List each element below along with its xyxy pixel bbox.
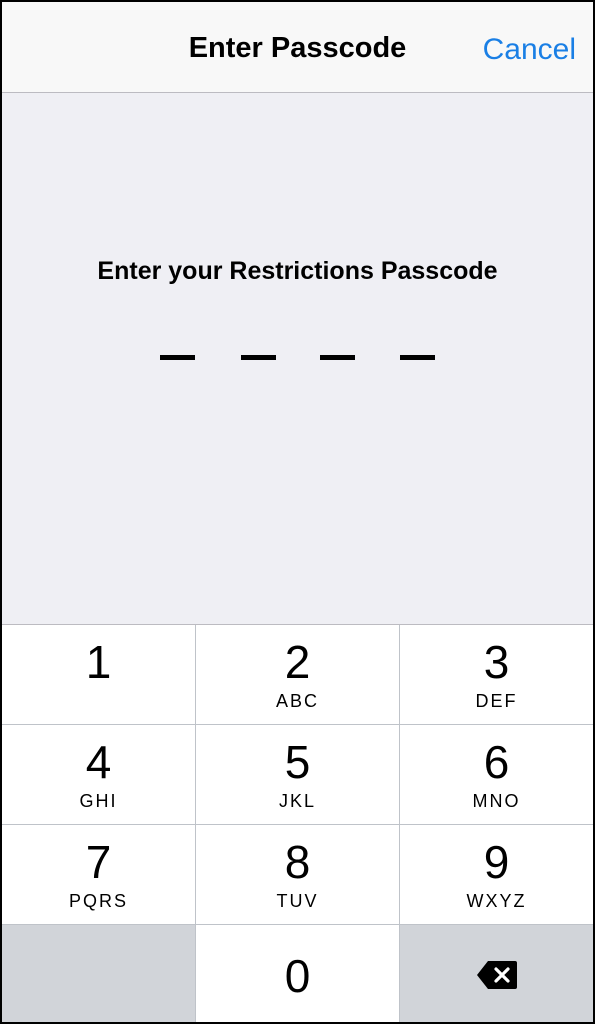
key-letters: MNO [472, 791, 521, 811]
key-8[interactable]: 8 TUV [196, 825, 399, 924]
key-6[interactable]: 6 MNO [400, 725, 593, 824]
key-digit: 1 [85, 636, 112, 688]
key-letters: PQRS [68, 891, 128, 911]
key-letters: ABC [275, 691, 319, 711]
key-digit: 5 [284, 736, 311, 788]
key-digit: 6 [483, 736, 510, 788]
keypad-blank-key [2, 925, 195, 1022]
passcode-digit-slot [160, 355, 195, 360]
key-7[interactable]: 7 PQRS [2, 825, 195, 924]
key-digit: 4 [85, 736, 112, 788]
key-9[interactable]: 9 WXYZ [400, 825, 593, 924]
key-0[interactable]: 0 [196, 925, 399, 1022]
passcode-field[interactable] [160, 355, 436, 361]
key-letters: TUV [276, 891, 319, 911]
key-1[interactable]: 1 [2, 625, 195, 724]
key-letters: GHI [79, 791, 118, 811]
numeric-keypad: 1 2 ABC 3 DEF 4 GHI 5 JKL 6 MNO 7 PQRS 8… [2, 624, 593, 1022]
key-digit: 7 [85, 836, 112, 888]
navigation-bar: Enter Passcode Cancel [2, 2, 593, 93]
delete-button[interactable] [400, 925, 593, 1022]
key-digit: 3 [483, 636, 510, 688]
key-letters: JKL [278, 791, 317, 811]
key-digit: 2 [284, 636, 311, 688]
cancel-button[interactable]: Cancel [483, 33, 576, 67]
key-5[interactable]: 5 JKL [196, 725, 399, 824]
passcode-digit-slot [400, 355, 435, 360]
key-letters: WXYZ [466, 891, 527, 911]
screen: Enter Passcode Cancel Enter your Restric… [0, 0, 595, 1024]
key-4[interactable]: 4 GHI [2, 725, 195, 824]
passcode-digit-slot [241, 355, 276, 360]
key-2[interactable]: 2 ABC [196, 625, 399, 724]
key-digit: 9 [483, 836, 510, 888]
backspace-icon [477, 961, 517, 989]
passcode-panel: Enter your Restrictions Passcode [2, 93, 593, 624]
passcode-prompt: Enter your Restrictions Passcode [97, 257, 498, 285]
key-letters: DEF [475, 691, 518, 711]
key-3[interactable]: 3 DEF [400, 625, 593, 724]
key-digit: 0 [284, 950, 311, 1002]
key-digit: 8 [284, 836, 311, 888]
passcode-digit-slot [320, 355, 355, 360]
